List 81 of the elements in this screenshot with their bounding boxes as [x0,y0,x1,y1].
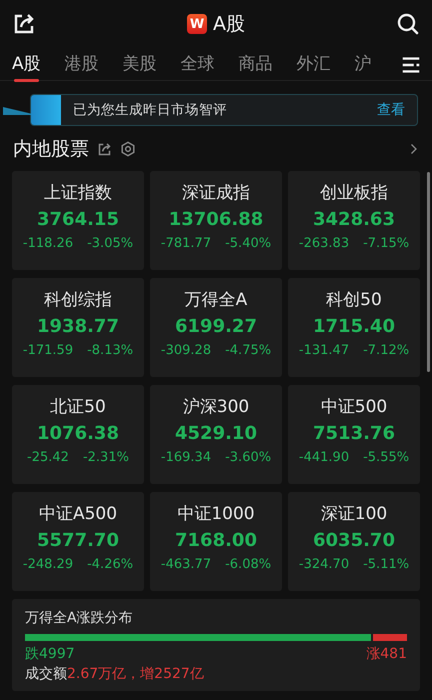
index-name: 中证500 [320,396,388,418]
share-icon[interactable] [12,12,36,36]
index-name: 万得全A [184,289,248,311]
distribution-title: 万得全A涨跌分布 [25,609,134,627]
change-value: -131.47 [298,343,350,358]
change-percent: -3.60% [225,450,272,465]
index-card[interactable]: 科创综指 1938.77 -171.59 -8.13% [12,278,144,377]
turnover-label: 成交额 [25,666,67,682]
market-tab[interactable]: 美股 [122,48,157,80]
index-value: 1938.77 [37,316,119,337]
index-name: 深证成指 [182,182,250,204]
index-name: 科创50 [326,289,382,311]
change-value: -171.59 [22,343,74,358]
change-percent: -4.75% [225,343,272,358]
change-percent: -5.11% [363,557,410,572]
change-value: -169.34 [160,450,212,465]
index-value: 7168.00 [175,530,257,551]
index-name: 中证A500 [38,503,118,525]
change-value: -118.26 [22,236,74,251]
banner-text: 已为您生成昨日市场智评 [72,101,228,119]
banner-stripe [31,95,61,125]
advance-count: 涨481 [366,645,407,663]
index-value: 5577.70 [37,530,119,551]
index-value: 3428.63 [313,209,395,230]
change-value: -324.70 [298,557,350,572]
settings-icon[interactable] [120,141,136,157]
change-percent: -7.12% [363,343,410,358]
change-percent: -7.15% [363,236,410,251]
index-name: 上证指数 [44,182,112,204]
market-tab[interactable]: 港股 [64,48,99,80]
change-value: -248.29 [22,557,74,572]
index-value: 7513.76 [313,423,395,444]
section-title: 内地股票 [13,137,89,162]
index-name: 科创综指 [44,289,112,311]
change-value: -781.77 [160,236,212,251]
market-tab[interactable]: 外汇 [296,48,331,80]
market-tab[interactable]: 沪 [354,48,372,80]
index-card[interactable]: 上证指数 3764.15 -118.26 -3.05% [12,171,144,270]
change-percent: -5.55% [363,450,410,465]
change-percent: -8.13% [87,343,134,358]
change-value: -25.42 [27,450,69,465]
index-card[interactable]: 深证100 6035.70 -324.70 -5.11% [288,492,420,591]
index-name: 沪深300 [182,396,250,418]
turnover-value: 2.67万亿，增2527亿 [67,666,204,682]
market-tab[interactable]: A股 [12,48,41,80]
index-name: 北证50 [50,396,106,418]
index-card[interactable]: 深证成指 13706.88 -781.77 -5.40% [150,171,282,270]
app-logo: W [187,14,207,34]
page-title: A股 [213,12,245,37]
index-value: 6035.70 [313,530,395,551]
index-card[interactable]: 中证1000 7168.00 -463.77 -6.08% [150,492,282,591]
change-value: -309.28 [160,343,212,358]
index-card[interactable]: 科创50 1715.40 -131.47 -7.12% [288,278,420,377]
index-value: 3764.15 [37,209,119,230]
index-card[interactable]: 中证500 7513.76 -441.90 -5.55% [288,385,420,484]
change-percent: -6.08% [225,557,272,572]
index-card[interactable]: 沪深300 4529.10 -169.34 -3.60% [150,385,282,484]
change-value: -441.90 [298,450,350,465]
change-percent: -5.40% [225,236,272,251]
index-name: 中证1000 [177,503,255,525]
view-link[interactable]: 查看 [371,100,417,120]
index-value: 4529.10 [175,423,257,444]
index-name: 深证100 [320,503,388,525]
change-value: -263.83 [298,236,350,251]
change-percent: -2.31% [82,450,129,465]
market-tab[interactable]: 全球 [180,48,215,80]
market-tab[interactable]: 商品 [238,48,273,80]
index-value: 6199.27 [175,316,257,337]
search-icon[interactable] [396,12,420,36]
index-card[interactable]: 创业板指 3428.63 -263.83 -7.15% [288,171,420,270]
index-value: 1076.38 [37,423,119,444]
decline-count: 跌4997 [25,645,75,663]
index-card[interactable]: 北证50 1076.38 -25.42 -2.31% [12,385,144,484]
index-card[interactable]: 中证A500 5577.70 -248.29 -4.26% [12,492,144,591]
change-percent: -4.26% [87,557,134,572]
index-value: 13706.88 [168,209,264,230]
index-card[interactable]: 万得全A 6199.27 -309.28 -4.75% [150,278,282,377]
change-percent: -3.05% [87,236,134,251]
index-name: 创业板指 [320,182,388,204]
index-value: 1715.40 [313,316,395,337]
change-value: -463.77 [160,557,212,572]
